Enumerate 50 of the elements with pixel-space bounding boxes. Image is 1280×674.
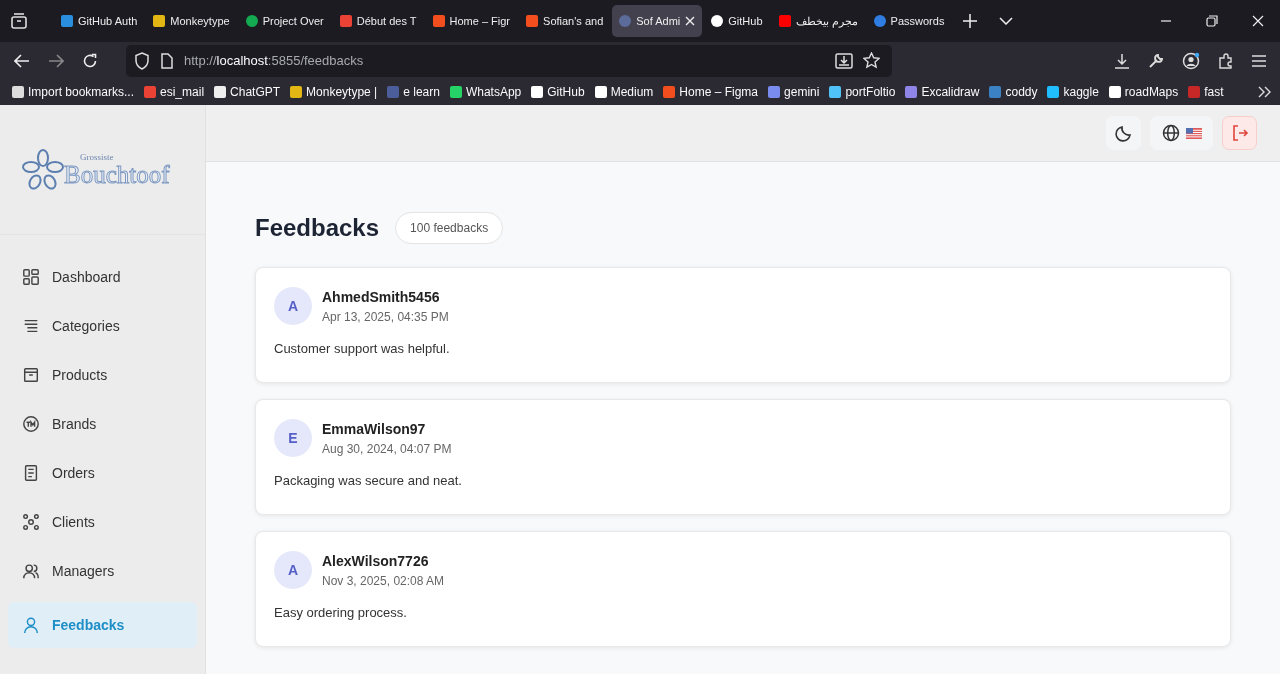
browser-tab[interactable]: Passwords bbox=[866, 5, 952, 37]
nav-item[interactable]: Categories bbox=[8, 308, 197, 344]
page-title: Feedbacks bbox=[255, 214, 380, 242]
nav-item[interactable]: Brands bbox=[8, 406, 197, 442]
bookmark[interactable]: Monkeytype | bbox=[290, 85, 378, 99]
bookmark[interactable]: kaggle bbox=[1047, 85, 1099, 99]
nav-item[interactable]: Orders bbox=[8, 455, 197, 491]
browser-tab[interactable]: مجرم بيخطف bbox=[771, 5, 865, 37]
avatar: E bbox=[274, 419, 312, 457]
bookmark[interactable]: WhatsApp bbox=[449, 85, 522, 99]
avatar: A bbox=[274, 287, 312, 325]
avatar: A bbox=[274, 551, 312, 589]
bookmark[interactable]: Medium bbox=[594, 85, 654, 99]
logo-subtitle: Grossiste bbox=[80, 152, 115, 162]
browser-tab[interactable]: Home – Figr bbox=[425, 5, 518, 37]
nav-item[interactable]: Managers bbox=[8, 553, 197, 589]
browser-tab[interactable]: Sof Admi bbox=[612, 5, 703, 37]
bookmark[interactable]: e learn bbox=[387, 85, 440, 99]
address-bar[interactable]: http://localhost:5855/feedbacks bbox=[126, 44, 892, 77]
feedback-date: Aug 30, 2024, 04:07 PM bbox=[322, 441, 452, 456]
feedback-date: Nov 3, 2025, 02:08 AM bbox=[322, 573, 445, 588]
feedback-text: Easy ordering process. bbox=[274, 605, 408, 620]
bookmark[interactable]: fast bbox=[1188, 85, 1224, 99]
count-badge: 100 feedbacks bbox=[395, 212, 504, 244]
browser-tab[interactable]: Début des T bbox=[332, 5, 424, 37]
bookmark[interactable]: Excalidraw bbox=[905, 85, 980, 99]
feedback-text: Packaging was secure and neat. bbox=[274, 473, 463, 488]
browser-tab[interactable]: Project Over bbox=[238, 5, 331, 37]
feedback-text: Customer support was helpful. bbox=[274, 341, 451, 356]
bookmark[interactable]: roadMaps bbox=[1108, 85, 1179, 99]
nav-item[interactable]: Dashboard bbox=[8, 259, 197, 295]
feedback-date: Apr 13, 2025, 04:35 PM bbox=[322, 309, 449, 324]
browser-tab[interactable]: Monkeytype bbox=[146, 5, 237, 37]
bookmark[interactable]: gemini bbox=[768, 85, 820, 99]
bookmark[interactable]: coddy bbox=[989, 85, 1038, 99]
username: AhmedSmith5456 bbox=[322, 288, 441, 305]
bookmark[interactable]: esi_mail bbox=[144, 85, 205, 99]
browser-tab[interactable]: GitHub bbox=[704, 5, 770, 37]
logo-wordmark: Bouchtoof bbox=[64, 161, 170, 187]
nav-item[interactable]: Products bbox=[8, 357, 197, 393]
browser-tab[interactable]: Sofian's and bbox=[519, 5, 611, 37]
username: AlexWilson7726 bbox=[322, 552, 430, 569]
bookmark[interactable]: GitHub bbox=[531, 85, 585, 99]
bookmark[interactable]: Import bookmarks... bbox=[12, 85, 135, 99]
browser-tab[interactable]: GitHub Auth bbox=[54, 5, 145, 37]
bookmark[interactable]: ChatGPT bbox=[214, 85, 281, 99]
username: EmmaWilson97 bbox=[322, 420, 427, 437]
bookmark[interactable]: Home – Figma bbox=[663, 85, 759, 99]
nav-item[interactable]: Clients bbox=[8, 504, 197, 540]
bookmark[interactable]: portFoltio bbox=[829, 85, 896, 99]
